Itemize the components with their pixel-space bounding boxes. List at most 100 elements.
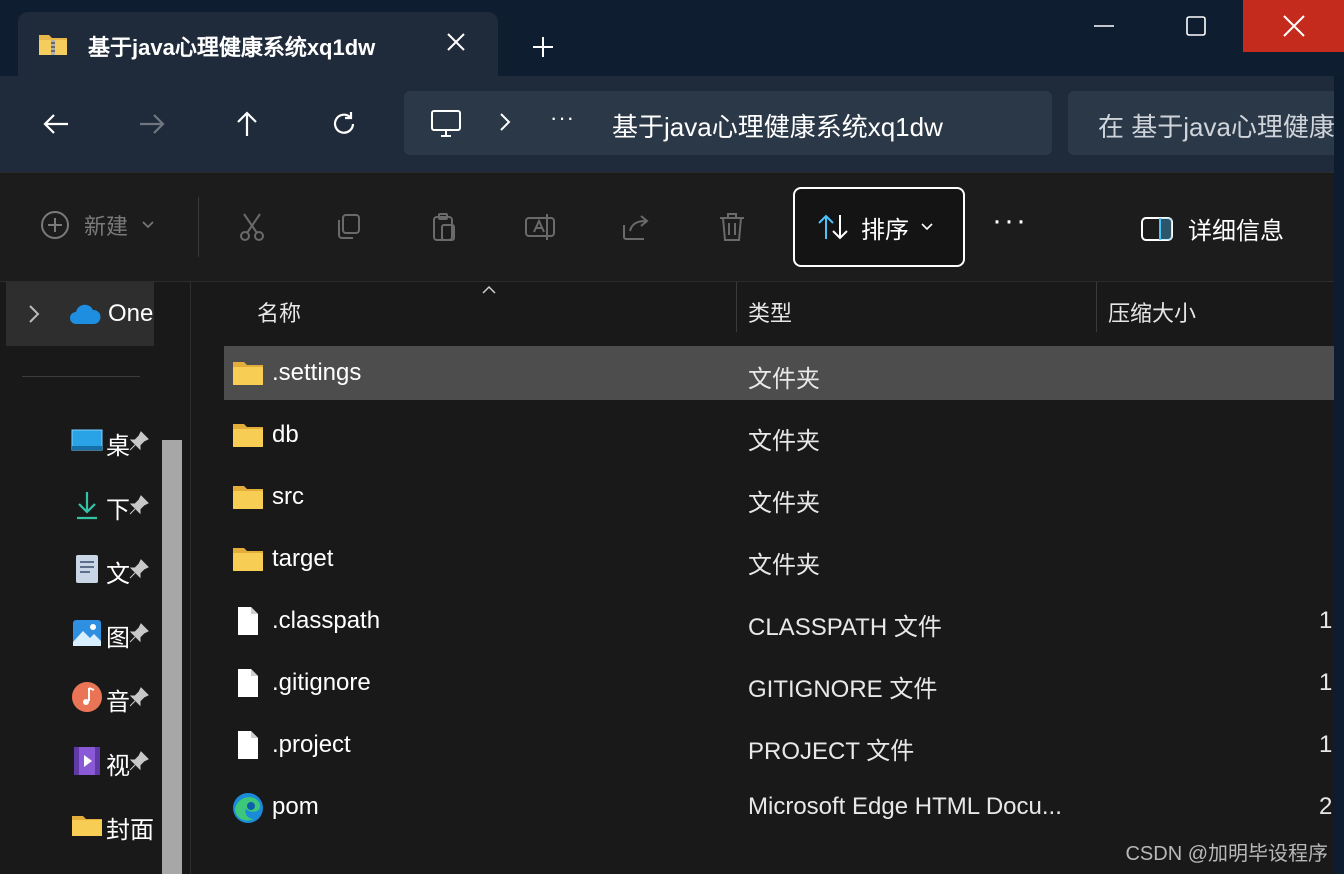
pin-icon[interactable]: [128, 622, 150, 649]
arrow-left-icon[interactable]: [32, 100, 80, 148]
sort-button-label: 排序: [861, 216, 909, 244]
new-button[interactable]: 新建: [40, 209, 154, 241]
computer-icon[interactable]: [430, 109, 462, 144]
pin-icon[interactable]: [128, 750, 150, 777]
rename-icon[interactable]: [520, 207, 560, 247]
file-size: 1: [1319, 669, 1333, 696]
search-placeholder: 在 基于java心理健康: [1098, 112, 1335, 142]
navigation-bar: ··· 基于java心理健康系统xq1dw 在 基于java心理健康: [0, 76, 1344, 172]
address-path[interactable]: 基于java心理健康系统xq1dw: [612, 107, 943, 144]
file-explorer-window: 基于java心理健康系统xq1dw ··· 基于java心理健康系统xq1dw …: [0, 0, 1344, 874]
pin-icon[interactable]: [128, 686, 150, 713]
file-name: .gitignore: [272, 669, 371, 696]
file-size: 1: [1319, 607, 1333, 634]
close-icon[interactable]: [442, 28, 470, 56]
sidebar-item-documents[interactable]: 文: [66, 546, 162, 594]
minimize-icon[interactable]: [1056, 0, 1152, 52]
address-more-button[interactable]: ···: [550, 105, 575, 131]
file-type: GITIGNORE 文件: [748, 676, 938, 703]
chevron-right-icon[interactable]: [28, 304, 40, 329]
file-name: target: [272, 545, 334, 572]
file-type: 文件夹: [748, 490, 820, 517]
sidebar-item-label: One: [108, 300, 154, 327]
new-button-label: 新建: [84, 214, 129, 239]
column-header-size[interactable]: 压缩大小: [1108, 282, 1196, 342]
file-name: .settings: [272, 359, 362, 386]
file-row[interactable]: .gitignore GITIGNORE 文件 1: [224, 656, 1334, 710]
file-row[interactable]: pom Microsoft Edge HTML Docu... 2: [224, 780, 1334, 834]
file-row[interactable]: target 文件夹: [224, 532, 1334, 586]
file-icon: [232, 606, 264, 636]
search-input[interactable]: 在 基于java心理健康: [1068, 91, 1344, 155]
column-header-type[interactable]: 类型: [748, 282, 792, 342]
sidebar-item-desktop[interactable]: 桌: [66, 418, 162, 466]
file-row[interactable]: .classpath CLASSPATH 文件 1: [224, 594, 1334, 648]
more-options-button[interactable]: ···: [992, 206, 1028, 236]
sidebar-divider: [22, 376, 140, 377]
details-button[interactable]: 详细信息: [1140, 211, 1284, 246]
file-list: 名称 类型 压缩大小 .settings 文件夹 db 文件夹 src 文件夹 …: [191, 282, 1344, 874]
file-name: .classpath: [272, 607, 381, 634]
sidebar-item-pictures[interactable]: 图: [66, 610, 162, 658]
pin-icon[interactable]: [128, 558, 150, 585]
details-button-label: 详细信息: [1188, 218, 1284, 245]
arrow-up-icon[interactable]: [223, 100, 271, 148]
file-row[interactable]: .project PROJECT 文件 1: [224, 718, 1334, 772]
edge-icon: [232, 792, 264, 823]
sidebar-item-cover-folder[interactable]: 封面: [66, 802, 162, 850]
sidebar-item-onedrive[interactable]: One: [6, 282, 154, 346]
sidebar-item-music[interactable]: 音: [66, 674, 162, 722]
maximize-icon[interactable]: [1148, 0, 1244, 52]
watermark: CSDN @加明毕设程序: [1125, 843, 1328, 865]
tab-title: 基于java心理健康系统xq1dw: [88, 35, 376, 60]
plus-icon[interactable]: [526, 30, 560, 64]
pictures-icon: [70, 616, 104, 650]
toolbar-divider: [198, 197, 199, 257]
navigation-pane: One 桌 下 文 图 音 视 封面: [0, 282, 190, 874]
file-size: 1: [1319, 731, 1333, 758]
chevron-right-icon[interactable]: [498, 111, 512, 138]
delete-icon[interactable]: [712, 207, 752, 247]
file-icon: [232, 730, 264, 760]
file-icon: [232, 668, 264, 698]
file-type: 文件夹: [748, 366, 820, 393]
file-name: db: [272, 421, 299, 448]
file-name: pom: [272, 793, 319, 820]
file-row[interactable]: src 文件夹: [224, 470, 1334, 524]
paste-icon[interactable]: [424, 207, 464, 247]
share-icon[interactable]: [616, 207, 656, 247]
column-header-name[interactable]: 名称: [257, 282, 301, 342]
file-type: CLASSPATH 文件: [748, 614, 942, 641]
file-type: 文件夹: [748, 552, 820, 579]
explorer-tab[interactable]: 基于java心理健康系统xq1dw: [18, 12, 498, 76]
desktop-icon: [70, 424, 104, 458]
folder-icon: [232, 482, 264, 512]
address-bar[interactable]: ··· 基于java心理健康系统xq1dw: [404, 91, 1052, 155]
close-icon[interactable]: [1243, 0, 1344, 52]
title-bar: 基于java心理健康系统xq1dw: [0, 0, 1344, 76]
pin-icon[interactable]: [128, 494, 150, 521]
refresh-icon[interactable]: [320, 100, 368, 148]
sort-button[interactable]: 排序: [793, 187, 965, 267]
pin-icon[interactable]: [128, 430, 150, 457]
sidebar-scrollbar[interactable]: [162, 440, 182, 874]
chevron-down-icon: [142, 221, 154, 229]
file-row[interactable]: db 文件夹: [224, 408, 1334, 462]
copy-icon[interactable]: [328, 207, 368, 247]
sidebar-item-downloads[interactable]: 下: [66, 482, 162, 530]
file-size: 2: [1319, 793, 1333, 820]
folder-icon: [232, 358, 264, 388]
file-name: src: [272, 483, 304, 510]
chevron-up-icon: [481, 282, 497, 300]
folder-icon: [232, 544, 264, 574]
command-bar: 新建 排序 ··· 详细信息: [0, 172, 1344, 282]
column-divider[interactable]: [1096, 282, 1097, 332]
download-icon: [70, 488, 104, 522]
cut-icon[interactable]: [232, 207, 272, 247]
zip-folder-icon: [38, 32, 68, 56]
file-row[interactable]: .settings 文件夹: [224, 346, 1334, 400]
arrow-right-icon[interactable]: [128, 100, 176, 148]
sidebar-item-label: 封面: [106, 817, 154, 844]
sidebar-item-videos[interactable]: 视: [66, 738, 162, 786]
column-divider[interactable]: [736, 282, 737, 332]
